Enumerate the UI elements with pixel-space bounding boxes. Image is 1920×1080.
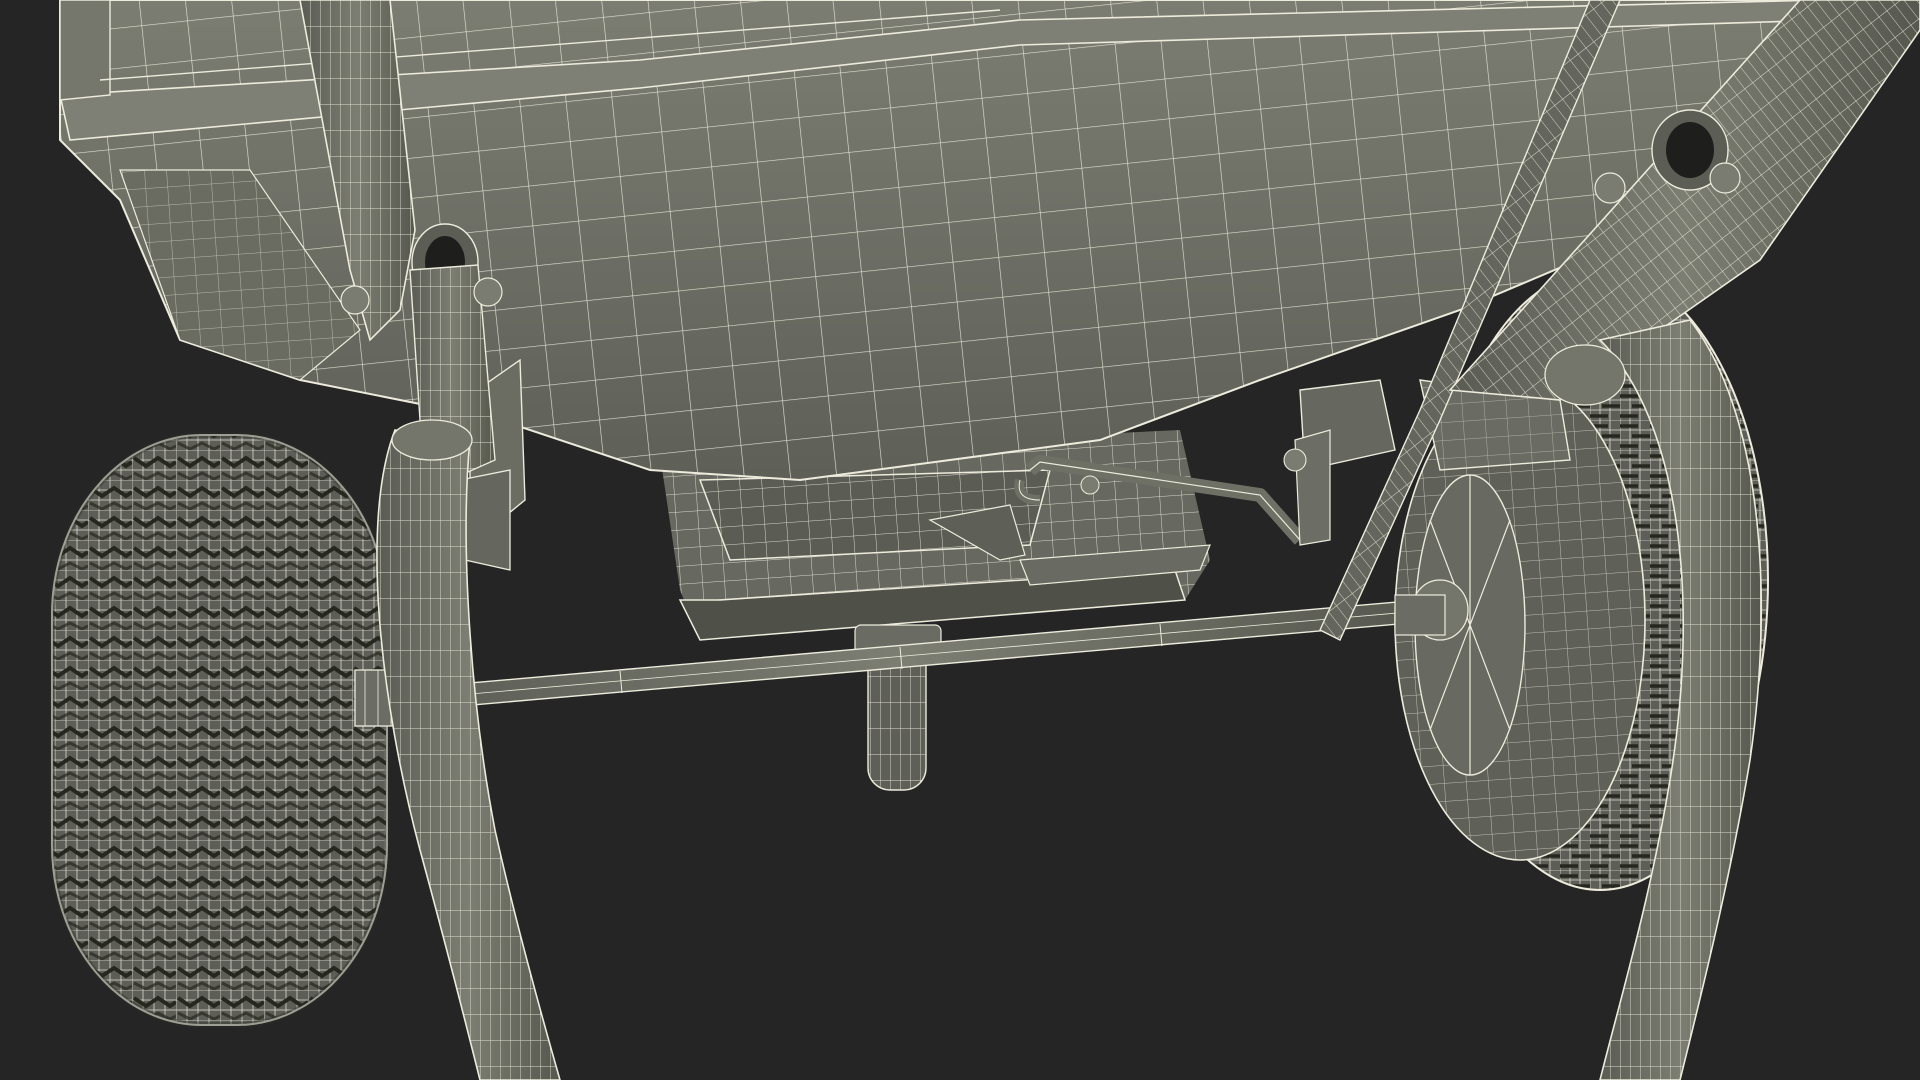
render-viewport (0, 0, 1920, 1080)
spreader-wireframe-render (49, 0, 1920, 1080)
left-wheel (49, 432, 416, 1028)
